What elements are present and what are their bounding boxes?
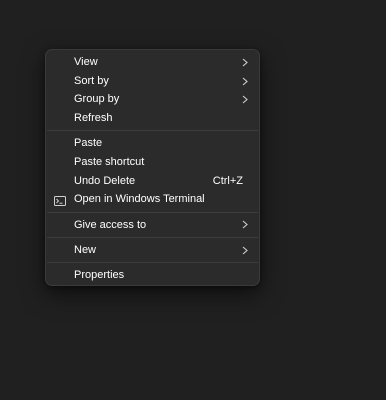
menu-item-label: Sort by (74, 74, 109, 87)
terminal-icon (54, 194, 66, 207)
menu-separator (47, 130, 258, 132)
menu-item-label: Paste (74, 137, 103, 150)
menu-separator (47, 236, 258, 238)
menu-item-new[interactable]: New (46, 241, 259, 260)
menu-item-sort-by[interactable]: Sort by (46, 72, 259, 91)
menu-item-label: Paste shortcut (74, 155, 145, 168)
menu-item-label: View (74, 56, 98, 68)
chevron-right-icon (240, 241, 250, 260)
chevron-right-icon (240, 90, 250, 109)
menu-item-label: Group by (74, 93, 120, 106)
menu-item-label: Undo Delete (74, 174, 136, 187)
chevron-right-icon (240, 72, 250, 91)
menu-separator (47, 211, 258, 213)
menu-separator (47, 261, 258, 263)
menu-item-view[interactable]: View (46, 53, 259, 72)
keyboard-shortcut: Ctrl+Z (212, 174, 243, 187)
menu-item-label: Refresh (74, 112, 113, 125)
menu-item-refresh[interactable]: Refresh (46, 109, 259, 128)
desktop-context-menu: View Sort by Group by Refresh Paste Past… (45, 49, 260, 286)
menu-item-label: Give access to (74, 218, 147, 231)
chevron-right-icon (240, 53, 250, 72)
menu-item-properties[interactable]: Properties (46, 266, 259, 285)
menu-item-label: New (74, 243, 97, 256)
menu-item-label: Open in Windows Terminal (74, 193, 205, 206)
menu-item-paste[interactable]: Paste (46, 134, 259, 153)
menu-item-paste-shortcut[interactable]: Paste shortcut (46, 153, 259, 172)
menu-item-give-access-to[interactable]: Give access to (46, 216, 259, 235)
menu-item-group-by[interactable]: Group by (46, 90, 259, 109)
menu-item-open-in-windows-terminal[interactable]: Open in Windows Terminal (46, 190, 259, 209)
chevron-right-icon (240, 216, 250, 235)
menu-item-undo-delete[interactable]: Undo Delete Ctrl+Z (46, 172, 259, 191)
menu-item-label: Properties (74, 268, 125, 281)
